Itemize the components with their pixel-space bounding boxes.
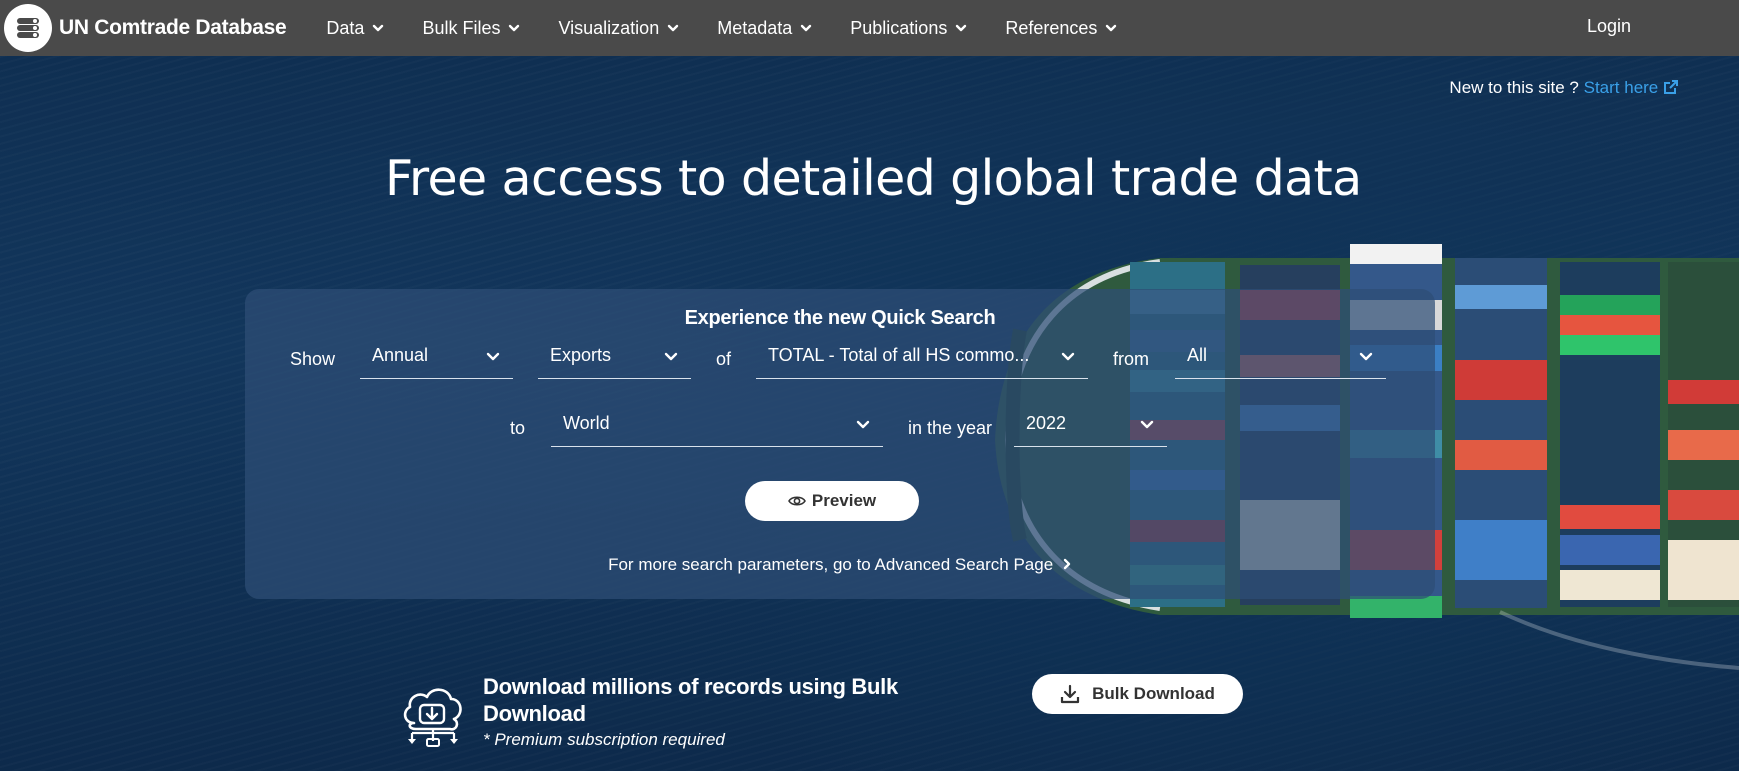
menu-references[interactable]: References: [1005, 18, 1117, 39]
menu-label: Metadata: [717, 17, 793, 38]
new-to-site-label: New to this site ?: [1449, 78, 1579, 97]
commodity-select[interactable]: TOTAL - Total of all HS commo...: [756, 335, 1088, 379]
brand-title: UN Comtrade Database: [59, 16, 287, 39]
chevron-down-icon: [668, 24, 679, 32]
premium-note: * Premium subscription required: [483, 730, 725, 749]
menu-label: Data: [326, 17, 365, 38]
advanced-search-link[interactable]: For more search parameters, go to Advanc…: [245, 555, 1435, 575]
commodity-value: TOTAL - Total of all HS commo...: [768, 345, 1030, 365]
menu-label: Publications: [850, 17, 948, 38]
brand[interactable]: UN Comtrade Database: [4, 4, 287, 52]
menu-metadata[interactable]: Metadata: [717, 18, 812, 39]
menu-data[interactable]: Data: [326, 18, 384, 39]
database-logo-icon: [4, 4, 52, 52]
year-label: in the year: [908, 418, 993, 438]
quick-search-title: Experience the new Quick Search: [684, 307, 996, 329]
trade-flow-value: Exports: [550, 345, 612, 365]
bulk-download-label: Bulk Download: [1092, 684, 1215, 703]
main-menu: Data Bulk Files Visualization Metadata P…: [326, 18, 1155, 39]
chevron-down-icon: [1140, 420, 1154, 429]
eye-icon: [787, 496, 806, 506]
frequency-select[interactable]: Annual: [360, 335, 513, 379]
show-label: Show: [290, 349, 336, 369]
preview-button[interactable]: Preview: [745, 481, 919, 521]
year-value: 2022: [1026, 413, 1067, 433]
chevron-down-icon: [1106, 24, 1117, 32]
menu-label: Bulk Files: [422, 17, 501, 38]
chevron-down-icon: [1359, 352, 1373, 361]
intro-link-row: New to this site ? Start here: [1449, 78, 1679, 98]
chevron-down-icon: [801, 24, 812, 32]
bulk-download-title: Download millions of records using Bulk …: [483, 674, 898, 726]
chevron-down-icon: [1061, 352, 1075, 361]
preview-label: Preview: [811, 491, 877, 510]
start-here-link[interactable]: Start here: [1584, 78, 1679, 97]
cloud-download-icon: [403, 688, 462, 747]
chevron-right-icon: [1063, 558, 1071, 570]
top-navbar: UN Comtrade Database Data Bulk Files Vis…: [0, 0, 1739, 56]
menu-label: References: [1005, 17, 1098, 38]
menu-publications[interactable]: Publications: [850, 18, 967, 39]
chevron-down-icon: [373, 24, 384, 32]
menu-bulk-files[interactable]: Bulk Files: [422, 18, 520, 39]
chevron-down-icon: [486, 352, 500, 361]
chevron-down-icon: [664, 352, 678, 361]
menu-label: Visualization: [558, 17, 660, 38]
to-label: to: [510, 418, 526, 438]
frequency-value: Annual: [372, 345, 429, 365]
bulk-download-button[interactable]: Bulk Download: [1032, 674, 1243, 714]
chevron-down-icon: [509, 24, 520, 32]
chevron-down-icon: [956, 24, 967, 32]
partner-value: World: [563, 413, 610, 433]
from-label: from: [1113, 349, 1149, 369]
year-select[interactable]: 2022: [1014, 403, 1167, 447]
menu-visualization[interactable]: Visualization: [558, 18, 679, 39]
trade-flow-select[interactable]: Exports: [538, 335, 691, 379]
reporter-select[interactable]: All: [1175, 335, 1386, 379]
of-label: of: [716, 349, 732, 369]
partner-select[interactable]: World: [551, 403, 883, 447]
advanced-search-label: For more search parameters, go to Advanc…: [608, 555, 1054, 574]
login-link[interactable]: Login: [1587, 16, 1631, 37]
reporter-value: All: [1187, 345, 1208, 365]
external-link-icon: [1664, 80, 1678, 94]
quick-search-panel: Experience the new Quick Search Show Ann…: [245, 289, 1435, 599]
download-icon: [1061, 684, 1080, 704]
page-headline: Free access to detailed global trade dat…: [385, 150, 1362, 207]
chevron-down-icon: [856, 420, 870, 429]
start-here-label: Start here: [1583, 78, 1659, 97]
